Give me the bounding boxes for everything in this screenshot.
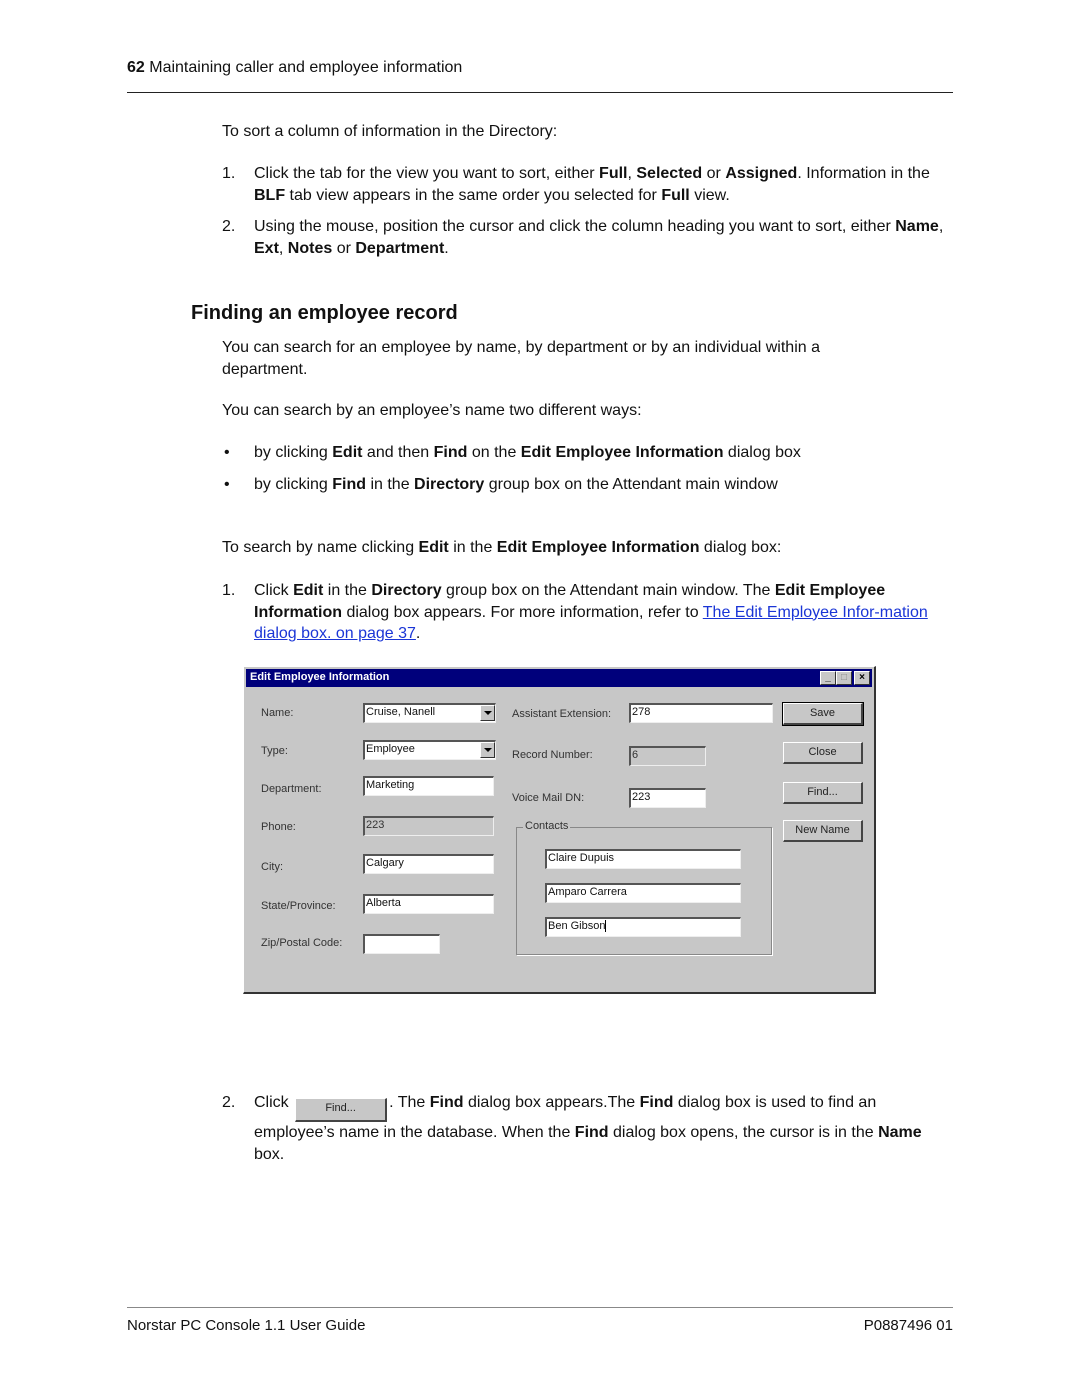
city-label: City: (261, 861, 283, 873)
step-number: 2. (222, 1094, 236, 1111)
bullet-text: by clicking Edit and then Find on the Ed… (254, 444, 801, 461)
name-label: Name: (261, 707, 294, 719)
phone-input: 223 (363, 816, 494, 836)
maximize-icon[interactable]: □ (836, 671, 852, 685)
type-label: Type: (261, 745, 288, 757)
page-number: 62 (127, 59, 145, 76)
step-number: 1. (222, 165, 236, 182)
bullet-icon: • (224, 476, 230, 493)
step-number: 1. (222, 582, 236, 599)
assistant-extension-input[interactable]: 278 (629, 703, 773, 723)
search-step-2: 2. Click Find.... The Find dialog box ap… (222, 1092, 952, 1163)
find-button[interactable]: Find... (783, 782, 863, 804)
close-button[interactable]: Close (783, 742, 863, 764)
zip-input[interactable] (363, 934, 440, 954)
bullet-icon: • (224, 444, 230, 461)
page-header: 62 Maintaining caller and employee infor… (127, 59, 462, 77)
footer-title: Norstar PC Console 1.1 User Guide (127, 1317, 366, 1334)
department-input[interactable]: Marketing (363, 776, 494, 796)
city-input[interactable]: Calgary (363, 854, 494, 874)
chevron-down-icon[interactable] (480, 742, 495, 758)
footer-doc-number: P0887496 01 (863, 1317, 953, 1334)
contacts-group-label: Contacts (523, 820, 571, 832)
state-label: State/Province: (261, 900, 336, 912)
bullet-text: by clicking Find in the Directory group … (254, 476, 778, 493)
text-cursor (605, 920, 607, 933)
header-rule (127, 92, 953, 93)
contact-input-1[interactable]: Claire Dupuis (545, 849, 741, 869)
search-intro: To search by name clicking Edit in the E… (222, 539, 782, 556)
dialog-titlebar: Edit Employee Information _ □ × (246, 669, 872, 687)
record-number-input: 6 (629, 746, 706, 766)
inline-find-button[interactable]: Find... (295, 1098, 388, 1122)
contact-input-3[interactable]: Ben Gibson (545, 917, 741, 937)
section-heading: Finding an employee record (191, 302, 458, 324)
type-combobox[interactable]: Employee (363, 740, 496, 760)
edit-employee-dialog: Edit Employee Information _ □ × Name: Cr… (243, 666, 876, 994)
step-number: 2. (222, 218, 236, 235)
finding-para-1: You can search for an employee by name, … (222, 339, 820, 378)
record-number-label: Record Number: (512, 749, 593, 761)
new-name-button[interactable]: New Name (783, 820, 863, 842)
phone-label: Phone: (261, 821, 296, 833)
voice-mail-dn-label: Voice Mail DN: (512, 792, 585, 804)
contacts-group: Contacts Claire Dupuis Amparo Carrera Be… (516, 820, 772, 955)
name-combobox[interactable]: Cruise, Nanell (363, 703, 496, 723)
dialog-title: Edit Employee Information (250, 671, 390, 683)
voice-mail-dn-input[interactable]: 223 (629, 788, 706, 808)
step-text: Click the tab for the view you want to s… (254, 165, 930, 204)
minimize-icon[interactable]: _ (820, 671, 836, 685)
contact-input-2[interactable]: Amparo Carrera (545, 883, 741, 903)
chapter-title: Maintaining caller and employee informat… (149, 59, 463, 76)
assistant-extension-label: Assistant Extension: (512, 708, 612, 720)
save-button[interactable]: Save (782, 702, 864, 726)
sort-step-2: 2. Using the mouse, position the cursor … (222, 216, 952, 260)
footer-rule (127, 1307, 953, 1308)
close-icon[interactable]: × (854, 671, 870, 685)
sort-intro: To sort a column of information in the D… (222, 123, 558, 140)
state-input[interactable]: Alberta (363, 894, 494, 914)
zip-label: Zip/Postal Code: (261, 937, 343, 949)
step-text: Click Find.... The Find dialog box appea… (254, 1094, 922, 1163)
chevron-down-icon[interactable] (480, 705, 495, 721)
finding-para-2: You can search by an employee’s name two… (222, 402, 642, 419)
sort-step-1: 1. Click the tab for the view you want t… (222, 163, 952, 207)
step-text: Click Edit in the Directory group box on… (254, 582, 928, 642)
department-label: Department: (261, 783, 322, 795)
step-text: Using the mouse, position the cursor and… (254, 218, 944, 257)
search-step-1: 1. Click Edit in the Directory group box… (222, 580, 952, 646)
